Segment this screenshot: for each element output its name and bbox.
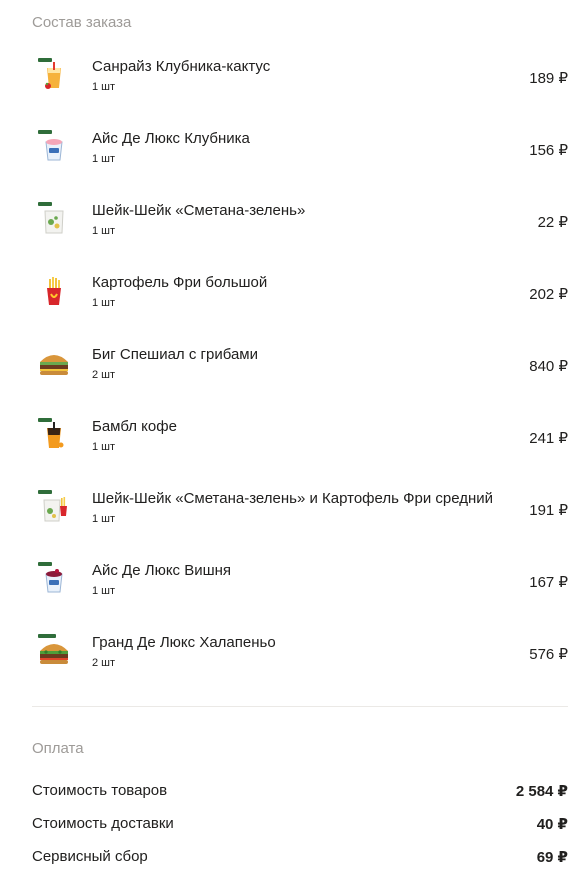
payment-row-delivery: Стоимость доставки 40 ₽ [32, 815, 568, 835]
order-item: Бамбл кофе 1 шт 241 ₽ [0, 418, 588, 490]
order-item: Гранд Де Люкс Халапеньо 2 шт 576 ₽ [0, 634, 588, 706]
payment-row-goods: Стоимость товаров 2 584 ₽ [32, 782, 568, 802]
item-price: 156 ₽ [529, 142, 568, 159]
order-item: Шейк-Шейк «Сметана-зелень» и Картофель Ф… [0, 490, 588, 562]
item-price: 840 ₽ [529, 358, 568, 375]
french-fries-image [36, 274, 72, 310]
item-name: Биг Спешиал с грибами [92, 346, 258, 363]
seasoning-packet-image [36, 202, 72, 238]
order-item: Шейк-Шейк «Сметана-зелень» 1 шт 22 ₽ [0, 202, 588, 274]
item-quantity: 1 шт [92, 585, 116, 597]
ice-cream-cup-image [36, 130, 72, 166]
item-quantity: 1 шт [92, 153, 116, 165]
order-item: Биг Спешиал с грибами 2 шт 840 ₽ [0, 346, 588, 418]
order-item: Картофель Фри большой 1 шт 202 ₽ [0, 274, 588, 346]
item-quantity: 2 шт [92, 657, 116, 669]
item-price: 167 ₽ [529, 574, 568, 591]
item-quantity: 1 шт [92, 513, 116, 525]
order-item: Айс Де Люкс Клубника 1 шт 156 ₽ [0, 130, 588, 202]
payment-row-value: 2 584 ₽ [515, 783, 568, 800]
item-name: Шейк-Шейк «Сметана-зелень» [92, 202, 306, 219]
item-quantity: 1 шт [92, 441, 116, 453]
item-quantity: 2 шт [92, 369, 116, 381]
item-price: 241 ₽ [529, 430, 568, 447]
order-item: Айс Де Люкс Вишня 1 шт 167 ₽ [0, 562, 588, 634]
payment-row-value: 40 ₽ [536, 816, 568, 833]
item-quantity: 1 шт [92, 81, 116, 93]
order-item: Санрайз Клубника-кактус 1 шт 189 ₽ [0, 58, 588, 130]
item-price: 202 ₽ [529, 286, 568, 303]
item-name: Гранд Де Люкс Халапеньо [92, 634, 276, 651]
jalapeno-burger-image [36, 634, 72, 670]
item-quantity: 1 шт [92, 297, 116, 309]
orange-coffee-drink-image [36, 418, 72, 454]
payment-row-value: 69 ₽ [536, 849, 568, 866]
order-section-title: Состав заказа [32, 14, 132, 31]
payment-row-label: Стоимость доставки [32, 815, 174, 832]
item-name: Шейк-Шейк «Сметана-зелень» и Картофель Ф… [92, 490, 494, 507]
item-name: Айс Де Люкс Клубника [92, 130, 250, 147]
payment-row-label: Сервисный сбор [32, 848, 148, 865]
item-name: Айс Де Люкс Вишня [92, 562, 232, 579]
strawberry-drink-image [36, 58, 72, 94]
fries-shake-combo-image [36, 490, 72, 526]
item-name: Санрайз Клубника-кактус [92, 58, 271, 75]
payment-section-title: Оплата [32, 740, 84, 757]
item-price: 189 ₽ [529, 70, 568, 87]
item-price: 576 ₽ [529, 646, 568, 663]
item-name: Картофель Фри большой [92, 274, 268, 291]
item-price: 22 ₽ [537, 214, 568, 231]
section-divider [32, 706, 568, 707]
ice-cream-cup-cherry-image [36, 562, 72, 598]
item-name: Бамбл кофе [92, 418, 177, 435]
burger-image [36, 346, 72, 382]
item-price: 191 ₽ [529, 502, 568, 519]
item-quantity: 1 шт [92, 225, 116, 237]
payment-row-service-fee: Сервисный сбор 69 ₽ [32, 848, 568, 868]
payment-row-label: Стоимость товаров [32, 782, 168, 799]
